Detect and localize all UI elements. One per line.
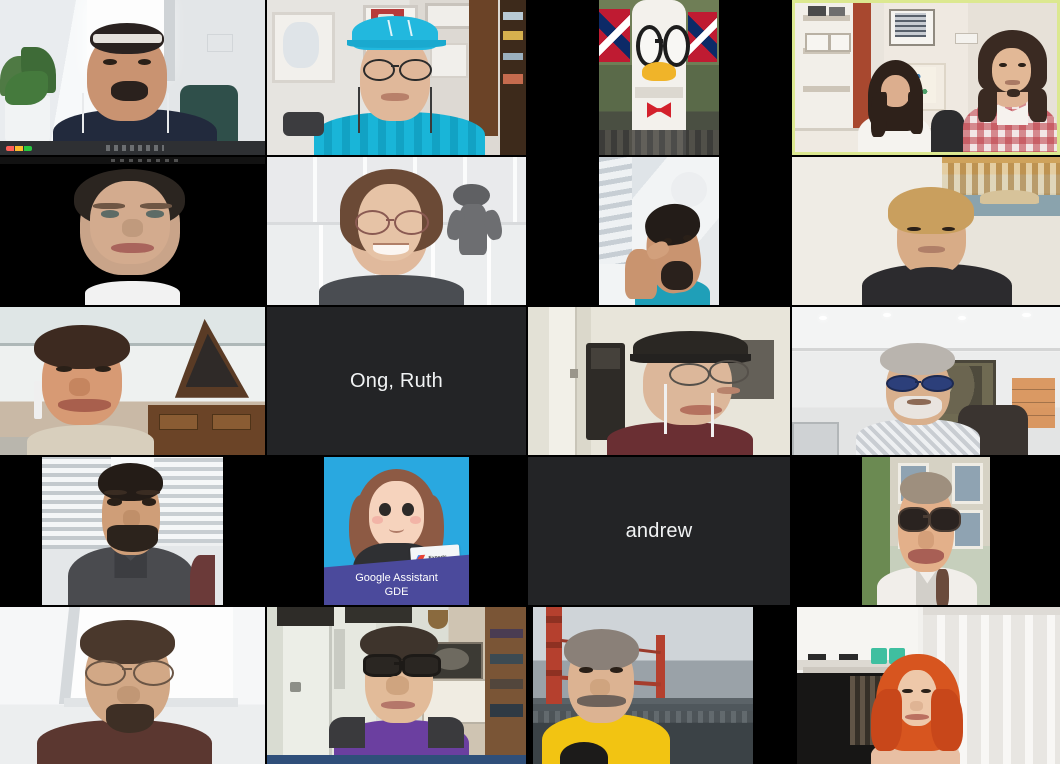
video-feed bbox=[0, 157, 265, 305]
participant-tile[interactable] bbox=[267, 607, 526, 764]
chrome-toolbar-icons bbox=[106, 145, 165, 151]
participant-tile[interactable] bbox=[267, 0, 526, 155]
participant-tile[interactable] bbox=[792, 607, 1060, 764]
avatar-mouth bbox=[389, 525, 404, 533]
participant-tile[interactable] bbox=[792, 457, 1060, 605]
participant-tile[interactable] bbox=[792, 307, 1060, 455]
avatar-face bbox=[368, 480, 425, 549]
participant-name-card: andrew bbox=[528, 457, 790, 605]
participant-tile[interactable] bbox=[528, 0, 790, 155]
avatar-eye-right bbox=[402, 502, 414, 517]
participant-tile[interactable] bbox=[0, 607, 265, 764]
avatar-caption-line2: GDE bbox=[384, 586, 409, 599]
window-chrome-strip bbox=[0, 141, 265, 155]
video-feed bbox=[598, 157, 720, 305]
participant-name: Ong, Ruth bbox=[350, 369, 443, 392]
participant-tile[interactable] bbox=[528, 307, 790, 455]
participant-tile[interactable] bbox=[0, 0, 265, 155]
avatar-cheek-left bbox=[371, 516, 384, 524]
video-feed bbox=[528, 307, 790, 455]
video-feed bbox=[267, 0, 526, 155]
video-feed bbox=[792, 307, 1060, 455]
traffic-light-icons bbox=[6, 146, 32, 151]
video-feed bbox=[0, 0, 265, 155]
video-grid: Ong, Ruth Google Assistant GDE andrew bbox=[0, 0, 1060, 764]
participant-tile[interactable] bbox=[528, 157, 790, 305]
video-feed bbox=[598, 0, 720, 155]
video-feed bbox=[0, 307, 265, 455]
video-feed bbox=[795, 3, 1057, 152]
avatar-caption-line1: Google Assistant bbox=[355, 572, 438, 585]
video-feed bbox=[797, 607, 1060, 764]
video-feed bbox=[267, 607, 526, 764]
avatar-caption: Google Assistant GDE bbox=[324, 571, 469, 599]
participant-tile[interactable] bbox=[0, 157, 265, 305]
participant-tile[interactable] bbox=[528, 607, 790, 764]
participant-tile-name-only[interactable]: andrew bbox=[528, 457, 790, 605]
participant-tile[interactable] bbox=[267, 157, 526, 305]
participant-tile-active-speaker[interactable] bbox=[792, 0, 1060, 155]
participant-tile[interactable] bbox=[0, 457, 265, 605]
video-feed bbox=[0, 607, 265, 764]
participant-name-card: Ong, Ruth bbox=[267, 307, 526, 455]
participant-tile-name-only[interactable]: Ong, Ruth bbox=[267, 307, 526, 455]
video-feed bbox=[533, 607, 754, 764]
participant-name: andrew bbox=[625, 519, 693, 542]
participant-tile[interactable] bbox=[0, 307, 265, 455]
avatar-eye-left bbox=[379, 502, 391, 517]
participant-tile[interactable] bbox=[792, 157, 1060, 305]
avatar-image: Experts Google Assistant GDE bbox=[323, 457, 470, 605]
video-feed bbox=[792, 157, 1060, 305]
video-feed bbox=[861, 457, 991, 605]
video-feed bbox=[42, 457, 223, 605]
avatar-cheek-right bbox=[409, 516, 422, 524]
google-assistant-gde-card: Experts Google Assistant GDE bbox=[323, 457, 470, 605]
video-feed bbox=[267, 157, 526, 305]
participant-tile-avatar[interactable]: Experts Google Assistant GDE bbox=[267, 457, 526, 605]
